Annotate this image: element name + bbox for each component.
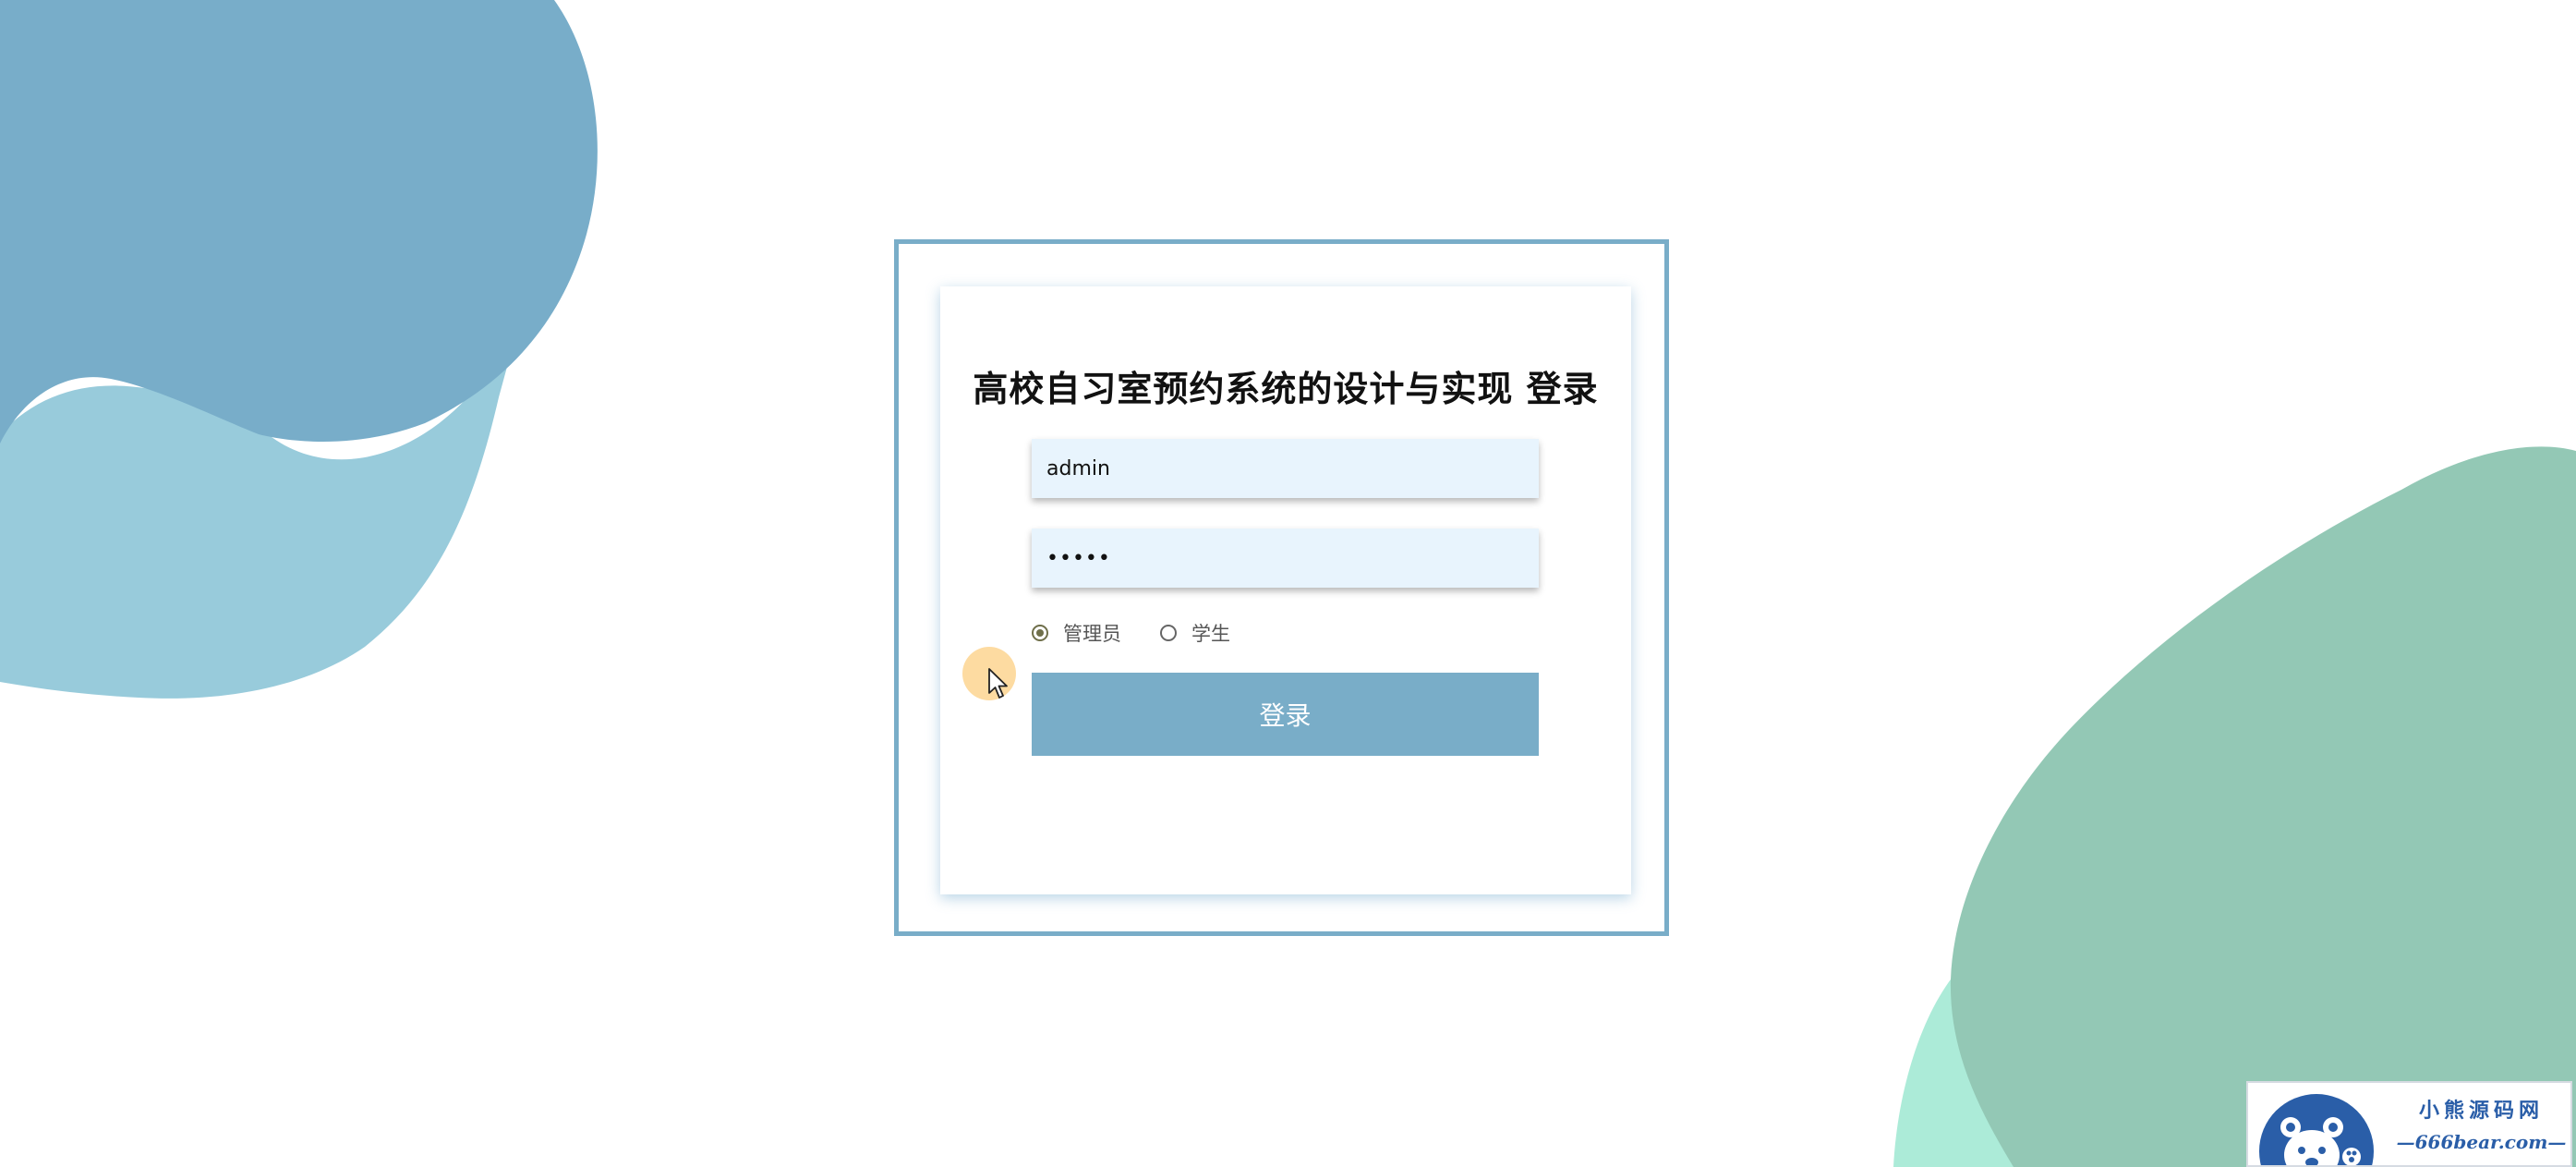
role-option-student[interactable]: 学生 bbox=[1160, 619, 1230, 647]
mouse-pointer-icon bbox=[988, 668, 1008, 699]
role-label-student: 学生 bbox=[1191, 623, 1230, 645]
login-card: 高校自习室预约系统的设计与实现 登录 管理员 学生 登录 bbox=[940, 286, 1631, 894]
watermark-name: 小熊源码网 bbox=[2418, 1099, 2544, 1123]
blob-bottom-right-green bbox=[1950, 446, 2576, 1167]
blob-top-left-dark bbox=[0, 0, 598, 444]
login-page: 高校自习室预约系统的设计与实现 登录 管理员 学生 登录 bbox=[0, 0, 2576, 1167]
radio-student[interactable] bbox=[1160, 625, 1177, 641]
username-input[interactable] bbox=[1032, 439, 1539, 498]
login-button[interactable]: 登录 bbox=[1032, 673, 1539, 756]
bear-logo-icon bbox=[2259, 1094, 2374, 1165]
watermark-badge: 小熊源码网 —666bear.com— bbox=[2246, 1081, 2572, 1167]
role-option-admin[interactable]: 管理员 bbox=[1032, 619, 1121, 647]
role-label-admin: 管理员 bbox=[1063, 623, 1121, 645]
radio-admin[interactable] bbox=[1032, 625, 1048, 641]
password-input[interactable] bbox=[1032, 529, 1539, 588]
page-title: 高校自习室预约系统的设计与实现 登录 bbox=[973, 369, 1599, 409]
watermark-domain: —666bear.com— bbox=[2396, 1131, 2567, 1153]
role-selector: 管理员 学生 bbox=[1032, 619, 1230, 647]
